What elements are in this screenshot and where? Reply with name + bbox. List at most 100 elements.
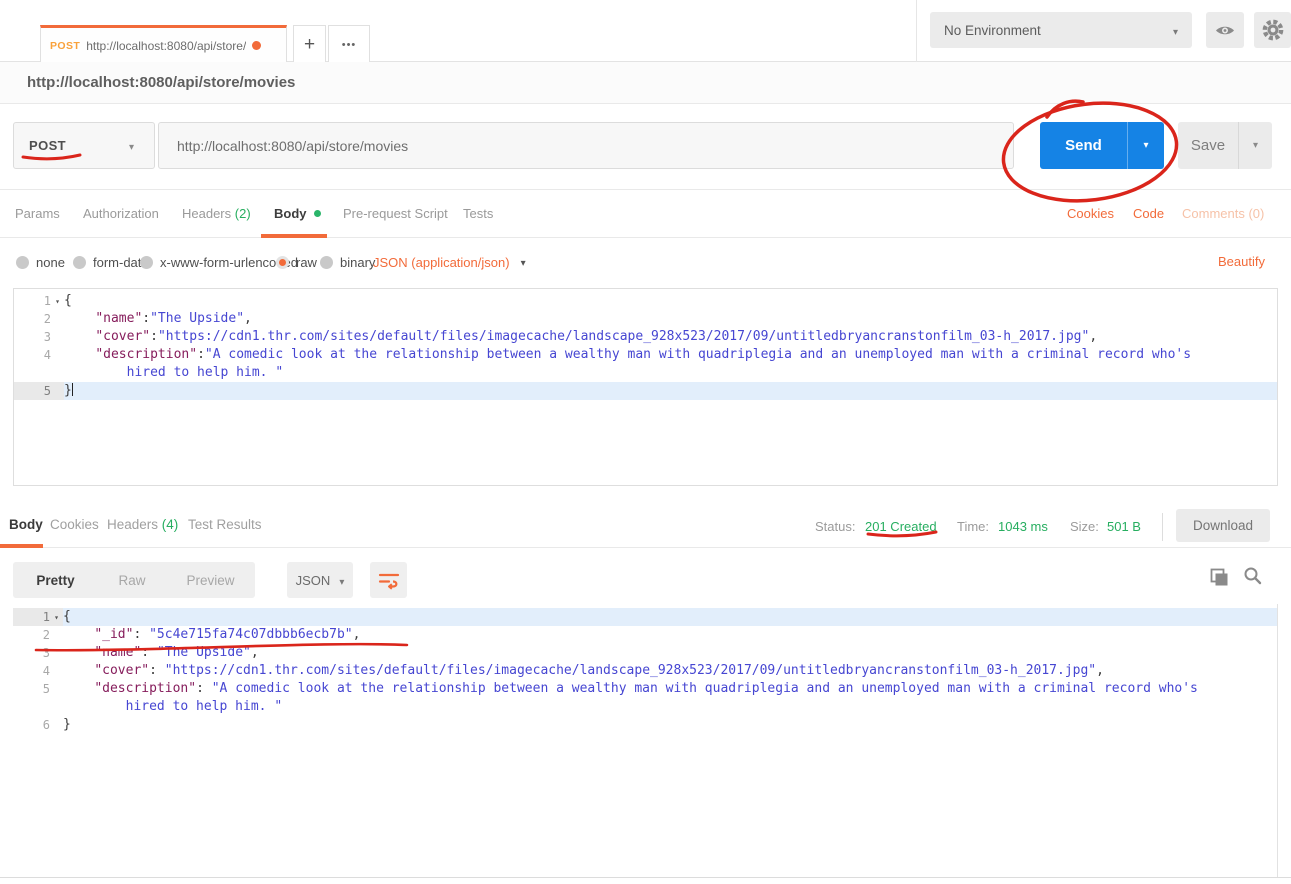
wrap-lines-icon bbox=[378, 571, 400, 590]
mode-none-label: none bbox=[36, 255, 65, 270]
code-line[interactable]: { bbox=[63, 608, 1278, 626]
editor-row[interactable]: 3 "cover":"https://cdn1.thr.com/sites/de… bbox=[14, 328, 1277, 346]
line-number-gutter: 4 bbox=[13, 662, 63, 680]
editor-row[interactable]: hired to help him. " bbox=[13, 698, 1278, 716]
tab-params[interactable]: Params bbox=[15, 190, 60, 238]
line-number-gutter: 3 bbox=[14, 328, 64, 346]
request-body-editor[interactable]: 1{2 "name":"The Upside",3 "cover":"https… bbox=[13, 288, 1278, 486]
code-line[interactable]: "cover":"https://cdn1.thr.com/sites/defa… bbox=[64, 328, 1277, 346]
editor-row[interactable]: 2 "_id": "5c4e715fa74c07dbbb6ecb7b", bbox=[13, 626, 1278, 644]
response-toolbar: Pretty Raw Preview JSON bbox=[0, 548, 1291, 604]
mode-binary-label: binary bbox=[340, 255, 375, 270]
code-link[interactable]: Code bbox=[1133, 190, 1164, 238]
response-tab-headers[interactable]: Headers (4) bbox=[107, 505, 178, 548]
new-tab-button[interactable]: + bbox=[293, 25, 326, 63]
tab-headers-label: Headers bbox=[182, 206, 231, 221]
fold-caret-icon bbox=[50, 680, 63, 698]
chevron-down-icon bbox=[521, 253, 526, 271]
radio-icon bbox=[16, 256, 29, 269]
response-tab-test-results[interactable]: Test Results bbox=[188, 505, 262, 548]
tab-pre-request-script[interactable]: Pre-request Script bbox=[343, 190, 448, 238]
send-options-caret[interactable] bbox=[1127, 122, 1164, 169]
code-line[interactable]: "description":"A comedic look at the rel… bbox=[64, 346, 1277, 364]
response-format-select[interactable]: JSON bbox=[287, 562, 353, 598]
search-response-button[interactable] bbox=[1243, 566, 1263, 591]
view-raw[interactable]: Raw bbox=[98, 562, 166, 598]
save-button-label: Save bbox=[1178, 122, 1238, 169]
plus-icon: + bbox=[304, 34, 315, 56]
comments-link[interactable]: Comments (0) bbox=[1182, 190, 1264, 238]
radio-icon bbox=[140, 256, 153, 269]
status-label-text: Status: bbox=[815, 519, 855, 534]
save-options-caret[interactable] bbox=[1238, 122, 1272, 169]
mode-form-data-radio[interactable]: form-data bbox=[73, 238, 149, 286]
settings-button[interactable] bbox=[1254, 12, 1291, 48]
editor-row[interactable]: 4 "cover": "https://cdn1.thr.com/sites/d… bbox=[13, 662, 1278, 680]
headers-count-badge: (2) bbox=[235, 206, 251, 221]
mode-urlencoded-radio[interactable]: x-www-form-urlencoded bbox=[140, 238, 298, 286]
fold-caret-icon[interactable] bbox=[51, 292, 64, 310]
response-tab-cookies[interactable]: Cookies bbox=[50, 505, 99, 548]
tab-body[interactable]: Body bbox=[274, 190, 321, 238]
fold-caret-icon bbox=[51, 382, 64, 400]
tab-authorization[interactable]: Authorization bbox=[83, 190, 159, 238]
response-body-editor[interactable]: 1{2 "_id": "5c4e715fa74c07dbbb6ecb7b",3 … bbox=[0, 604, 1278, 877]
code-line[interactable]: hired to help him. " bbox=[64, 364, 1277, 382]
size-label: Size: bbox=[1070, 519, 1099, 534]
code-line[interactable]: } bbox=[63, 716, 1278, 734]
chevron-down-icon bbox=[129, 137, 134, 155]
code-line[interactable]: { bbox=[64, 292, 1277, 310]
beautify-link[interactable]: Beautify bbox=[1218, 238, 1265, 286]
mode-raw-radio[interactable]: raw bbox=[276, 238, 317, 286]
editor-row[interactable]: 6} bbox=[13, 716, 1278, 734]
code-line[interactable]: "description": "A comedic look at the re… bbox=[63, 680, 1278, 698]
download-button[interactable]: Download bbox=[1176, 509, 1270, 542]
request-tab[interactable]: POST http://localhost:8080/api/store/ bbox=[40, 25, 287, 63]
editor-row[interactable]: 2 "name":"The Upside", bbox=[14, 310, 1277, 328]
fold-caret-icon[interactable] bbox=[50, 608, 63, 626]
response-headers-label: Headers bbox=[107, 517, 158, 532]
editor-scroll-track[interactable] bbox=[1277, 604, 1278, 877]
url-input[interactable]: http://localhost:8080/api/store/movies bbox=[158, 122, 1014, 169]
top-bar: POST http://localhost:8080/api/store/ + … bbox=[0, 0, 1291, 62]
code-line[interactable]: "cover": "https://cdn1.thr.com/sites/def… bbox=[63, 662, 1278, 680]
editor-row[interactable]: 1{ bbox=[14, 292, 1277, 310]
copy-response-button[interactable] bbox=[1210, 568, 1229, 592]
view-preview[interactable]: Preview bbox=[166, 562, 255, 598]
tab-options-button[interactable]: ••• bbox=[328, 25, 370, 63]
method-select[interactable]: POST bbox=[13, 122, 155, 169]
editor-row[interactable]: 5 "description": "A comedic look at the … bbox=[13, 680, 1278, 698]
line-number-gutter bbox=[14, 364, 64, 382]
save-button[interactable]: Save bbox=[1178, 122, 1272, 169]
editor-row[interactable]: hired to help him. " bbox=[14, 364, 1277, 382]
view-pretty[interactable]: Pretty bbox=[13, 562, 98, 598]
wrap-lines-button[interactable] bbox=[370, 562, 407, 598]
editor-row[interactable]: 5} bbox=[14, 382, 1277, 400]
tab-headers[interactable]: Headers (2) bbox=[182, 190, 251, 238]
url-input-value: http://localhost:8080/api/store/movies bbox=[177, 138, 408, 154]
cookies-link[interactable]: Cookies bbox=[1067, 190, 1114, 238]
tab-tests[interactable]: Tests bbox=[463, 190, 493, 238]
mode-binary-radio[interactable]: binary bbox=[320, 238, 375, 286]
send-button[interactable]: Send bbox=[1040, 122, 1164, 169]
code-line[interactable]: "name": "The Upside", bbox=[63, 644, 1278, 662]
copy-icon bbox=[1210, 568, 1229, 587]
environment-select[interactable]: No Environment bbox=[930, 12, 1192, 48]
line-number-gutter: 4 bbox=[14, 346, 64, 364]
content-type-select[interactable]: JSON (application/json) bbox=[373, 238, 526, 286]
code-line[interactable]: hired to help him. " bbox=[63, 698, 1278, 716]
editor-row[interactable]: 4 "description":"A comedic look at the r… bbox=[14, 346, 1277, 364]
editor-row[interactable]: 3 "name": "The Upside", bbox=[13, 644, 1278, 662]
response-tab-body[interactable]: Body bbox=[9, 505, 43, 548]
mode-none-radio[interactable]: none bbox=[16, 238, 65, 286]
response-headers-count-badge: (4) bbox=[162, 517, 179, 532]
bottom-divider bbox=[0, 877, 1291, 878]
code-line[interactable]: "name":"The Upside", bbox=[64, 310, 1277, 328]
environment-preview-button[interactable] bbox=[1206, 12, 1244, 48]
editor-row[interactable]: 1{ bbox=[13, 608, 1278, 626]
code-line[interactable]: } bbox=[64, 382, 1277, 400]
time-value: 1043 ms bbox=[998, 519, 1048, 534]
line-number-gutter: 1 bbox=[14, 292, 64, 310]
size-value-text: 501 B bbox=[1107, 519, 1141, 534]
code-line[interactable]: "_id": "5c4e715fa74c07dbbb6ecb7b", bbox=[63, 626, 1278, 644]
